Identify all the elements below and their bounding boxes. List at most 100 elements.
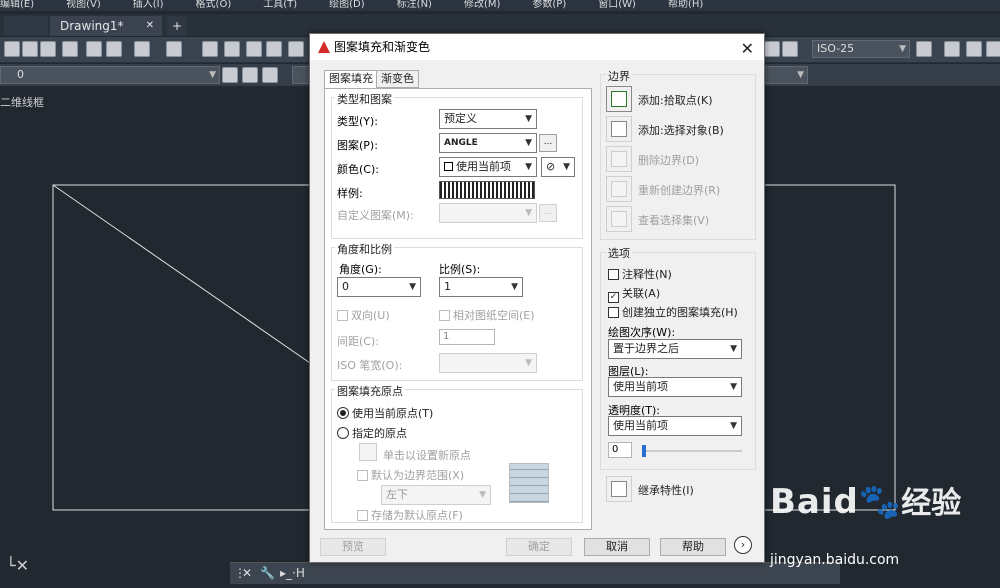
- options-title: 选项: [606, 245, 632, 261]
- watermark-text: 经验: [901, 486, 962, 521]
- add-pick-points-button[interactable]: [606, 86, 632, 112]
- transparency-select[interactable]: 使用当前项 ▼: [608, 416, 742, 436]
- double-checkbox[interactable]: 双向(U): [337, 307, 390, 323]
- watermark-url: jingyan.baidu.com: [770, 552, 900, 568]
- custom-browse-button[interactable]: ...: [539, 204, 557, 222]
- transparency-value: 使用当前项: [613, 419, 668, 432]
- angle-scale-title: 角度和比例: [335, 241, 394, 257]
- origin-position-select[interactable]: 左下 ▼: [381, 485, 491, 505]
- tab-hatch[interactable]: 图案填充: [324, 70, 378, 89]
- tab-gradient[interactable]: 渐变色: [376, 70, 419, 88]
- more-options-icon[interactable]: ›: [734, 536, 752, 554]
- pattern-select[interactable]: ANGLE ▼: [439, 133, 537, 153]
- associative-checkbox[interactable]: ✓ 关联(A): [608, 285, 660, 303]
- relative-paper-checkbox[interactable]: 相对图纸空间(E): [439, 307, 535, 323]
- remove-boundaries-icon: [611, 151, 627, 167]
- custom-pattern-label: 自定义图案(M):: [337, 209, 414, 222]
- angle-select[interactable]: 0 ▼: [337, 277, 421, 297]
- hatch-layer-select[interactable]: 使用当前项 ▼: [608, 377, 742, 397]
- pattern-value: ANGLE: [444, 138, 478, 148]
- cmd-customize-icon[interactable]: 🔧: [260, 566, 275, 580]
- dialog-title-bar: 图案填充和渐变色 ✕: [310, 34, 764, 60]
- baidu-watermark: Baid🐾经验: [770, 482, 962, 522]
- diagonal-line: [52, 184, 311, 364]
- angle-value: 0: [342, 280, 349, 293]
- spacing-input[interactable]: 1: [439, 329, 495, 345]
- store-default-label: 存储为默认原点(F): [371, 509, 463, 522]
- color-value: 使用当前项: [456, 160, 511, 173]
- hatch-dialog: 图案填充和渐变色 ✕ 图案填充 渐变色 类型和图案 类型(Y): 预定义 ▼ 图案…: [309, 33, 765, 563]
- cancel-button[interactable]: 取消: [584, 538, 650, 556]
- scale-value: 1: [444, 280, 451, 293]
- cmd-close-icon[interactable]: ✕: [242, 566, 252, 580]
- cmd-prompt[interactable]: ▸_·H: [280, 566, 305, 580]
- draw-order-label: 绘图次序(W):: [608, 326, 676, 339]
- remove-boundaries-button[interactable]: [606, 146, 632, 172]
- draw-order-select[interactable]: 置于边界之后 ▼: [608, 339, 742, 359]
- origin-position-value: 左下: [386, 488, 408, 501]
- inherit-properties-label: 继承特性(I): [638, 484, 694, 497]
- specified-origin-radio[interactable]: 指定的原点: [337, 425, 407, 441]
- type-value: 预定义: [444, 112, 477, 125]
- type-select[interactable]: 预定义 ▼: [439, 109, 537, 129]
- bg-color-icon: ⊘: [546, 160, 556, 173]
- separate-label: 创建独立的图案填充(H): [622, 306, 738, 319]
- recreate-boundary-label: 重新创建边界(R): [638, 184, 721, 197]
- autocad-logo-icon: [318, 41, 330, 53]
- pattern-swatch[interactable]: [439, 181, 535, 199]
- command-line[interactable]: ⋮ ✕ 🔧 ▸_·H: [230, 562, 840, 584]
- help-button[interactable]: 帮助: [660, 538, 726, 556]
- dialog-close-icon[interactable]: ✕: [741, 36, 754, 62]
- ok-button[interactable]: 确定: [506, 538, 572, 556]
- transparency-slider-track: [642, 450, 742, 452]
- click-set-origin-label: 单击以设置新原点: [383, 449, 471, 462]
- bg-color-select[interactable]: ⊘ ▼: [541, 157, 575, 177]
- associative-label: 关联(A): [622, 287, 661, 300]
- ucs-icon: └✕: [6, 556, 30, 575]
- scale-label: 比例(S):: [439, 263, 481, 276]
- annotative-box: [608, 269, 619, 280]
- use-current-origin-label: 使用当前原点(T): [352, 407, 434, 420]
- hatch-panel: 类型和图案 类型(Y): 预定义 ▼ 图案(P): ANGLE ▼ ... 颜色(C…: [324, 88, 592, 530]
- use-current-origin-radio[interactable]: 使用当前原点(T): [337, 405, 433, 421]
- spacing-label: 间距(C):: [337, 335, 379, 348]
- annotative-checkbox[interactable]: 注释性(N): [608, 266, 672, 282]
- default-extent-checkbox[interactable]: 默认为边界范围(X): [357, 467, 464, 483]
- default-extent-label: 默认为边界范围(X): [371, 469, 465, 482]
- transparency-input[interactable]: 0: [608, 442, 632, 458]
- draw-order-value: 置于边界之后: [613, 342, 679, 355]
- view-selections-button[interactable]: [606, 206, 632, 232]
- select-objects-icon: [611, 121, 627, 137]
- origin-preview-image: [509, 463, 549, 503]
- double-box: [337, 310, 348, 321]
- origin-title: 图案填充原点: [335, 383, 405, 399]
- iso-pen-select[interactable]: ▼: [439, 353, 537, 373]
- recreate-boundary-button[interactable]: [606, 176, 632, 202]
- radio-off: [337, 427, 349, 439]
- separate-box: [608, 307, 619, 318]
- store-default-checkbox[interactable]: 存储为默认原点(F): [357, 507, 463, 523]
- custom-pattern-select[interactable]: ▼: [439, 203, 537, 223]
- pick-points-icon: [611, 91, 627, 107]
- iso-pen-label: ISO 笔宽(O):: [337, 359, 403, 372]
- add-pick-points-label: 添加:拾取点(K): [638, 94, 713, 107]
- scale-select[interactable]: 1 ▼: [439, 277, 523, 297]
- default-extent-box: [357, 470, 368, 481]
- set-origin-icon[interactable]: [359, 443, 377, 461]
- add-select-objects-label: 添加:选择对象(B): [638, 124, 724, 137]
- hatch-layer-value: 使用当前项: [613, 380, 668, 393]
- view-selections-icon: [611, 211, 627, 227]
- recreate-boundary-icon: [611, 181, 627, 197]
- inherit-properties-button[interactable]: [606, 476, 632, 502]
- color-label: 颜色(C):: [337, 163, 379, 176]
- preview-button[interactable]: 预览: [320, 538, 386, 556]
- pattern-browse-button[interactable]: ...: [539, 134, 557, 152]
- color-select-dialog[interactable]: 使用当前项 ▼: [439, 157, 537, 177]
- autocad-window: 编辑(E) 视图(V) 插入(I) 格式(O) 工具(T) 绘图(D) 标注(N) 修改(M)…: [0, 0, 1000, 588]
- remove-boundaries-label: 删除边界(D): [638, 154, 700, 167]
- separate-hatches-checkbox[interactable]: 创建独立的图案填充(H): [608, 304, 738, 320]
- pattern-label: 图案(P):: [337, 139, 378, 152]
- view-selections-label: 查看选择集(V): [638, 214, 710, 227]
- add-select-objects-button[interactable]: [606, 116, 632, 142]
- transparency-slider-thumb[interactable]: [642, 445, 646, 457]
